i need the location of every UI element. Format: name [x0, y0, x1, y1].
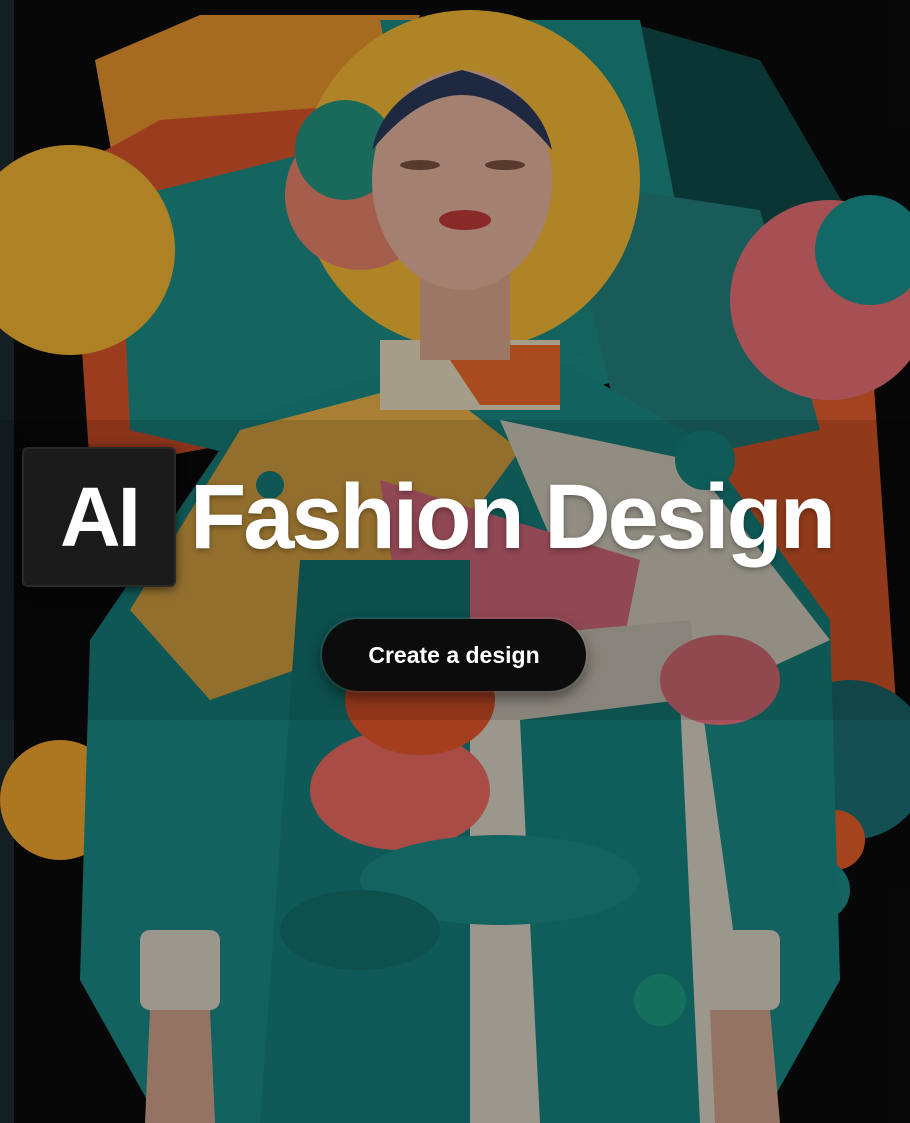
hero-title-text: Fashion Design — [190, 465, 836, 568]
hero-section: AI Fashion Design Create a design — [0, 0, 910, 1123]
hero-title: AI Fashion Design — [22, 447, 836, 587]
create-design-button[interactable]: Create a design — [322, 619, 586, 691]
ai-badge: AI — [22, 447, 176, 587]
ai-badge-text: AI — [60, 469, 141, 564]
